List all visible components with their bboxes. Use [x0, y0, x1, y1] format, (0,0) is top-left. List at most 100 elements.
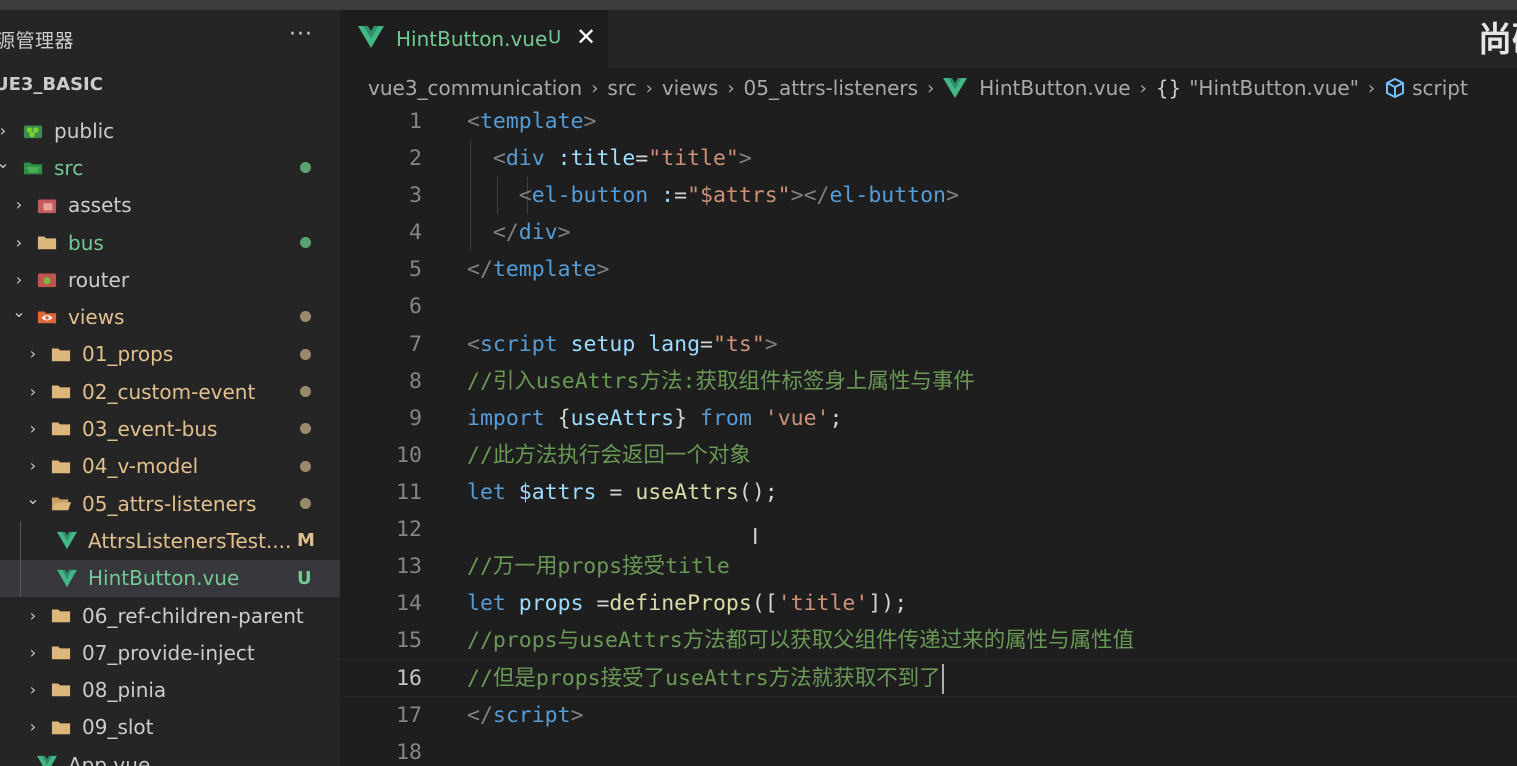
braces-icon: {}	[1155, 76, 1182, 100]
code-line[interactable]: 14 let props =defineProps(['title']);	[340, 585, 1517, 622]
code-text: //引入useAttrs方法:获取组件标签身上属性与事件	[467, 363, 975, 400]
code-text: </template>	[467, 251, 609, 288]
tree-item[interactable]: HintButton.vue U	[0, 559, 340, 597]
chevron-down-icon[interactable]: ⌄	[0, 155, 10, 171]
breadcrumb-item[interactable]: script	[1384, 76, 1468, 100]
tree-item[interactable]: › 07_provide-inject	[0, 634, 340, 671]
code-text: //万一用props接受title	[467, 548, 730, 585]
code-token: //此方法执行会返回一个对象	[467, 442, 751, 468]
explorer-sidebar: 源管理器 ··· UE3_BASIC › public ⌄ src › assets › bu…	[0, 10, 340, 766]
line-number: 9	[409, 405, 422, 431]
line-number: 16	[396, 666, 422, 692]
code-line[interactable]: 8 //引入useAttrs方法:获取组件标签身上属性与事件	[340, 363, 1517, 400]
tree-item-label: 07_provide-inject	[82, 640, 255, 665]
code-line[interactable]: 10 //此方法执行会返回一个对象	[340, 437, 1517, 474]
code-line[interactable]: 7 <script setup lang="ts">	[340, 326, 1517, 363]
tree-item[interactable]: › 06_ref-children-parent	[0, 597, 340, 634]
breadcrumb-item[interactable]: vue3_communication	[368, 76, 582, 100]
code-editor[interactable]: 1 <template> 2 <div :title="title"> 3 <el-b…	[340, 103, 1517, 766]
code-line[interactable]: 1 <template>	[340, 103, 1517, 140]
chevron-right-icon[interactable]: ›	[12, 197, 26, 213]
breadcrumb-item[interactable]: HintButton.vue	[943, 76, 1131, 100]
chevron-right-icon[interactable]: ›	[26, 346, 40, 362]
code-token: //props与useAttrs方法都可以获取父组件传递过来的属性与属性值	[467, 628, 1135, 654]
chevron-right-icon[interactable]: ›	[26, 644, 40, 660]
tree-item[interactable]: › 08_pinia	[0, 671, 340, 708]
breadcrumb-item[interactable]: views	[662, 76, 718, 100]
code-line[interactable]: 4 </div>	[340, 214, 1517, 251]
chevron-right-icon[interactable]: ›	[26, 682, 40, 698]
tree-item-label: bus	[68, 230, 104, 255]
code-token: <	[492, 146, 506, 172]
code-line[interactable]: 12	[340, 511, 1517, 548]
line-number: 15	[396, 628, 422, 654]
tree-item[interactable]: › 02_custom-event	[0, 373, 340, 410]
code-line[interactable]: 3 <el-button :="$attrs"></el-button>	[340, 177, 1517, 214]
chevron-right-icon[interactable]: ›	[26, 607, 40, 623]
breadcrumb-label: 05_attrs-listeners	[743, 76, 919, 100]
tree-item[interactable]: › 03_event-bus	[0, 410, 340, 447]
tree-item[interactable]: › router	[0, 261, 340, 298]
code-line[interactable]: 5 </template>	[340, 251, 1517, 288]
code-token: el-button	[829, 183, 946, 209]
chevron-right-icon[interactable]: ›	[12, 271, 26, 287]
chevron-down-icon[interactable]: ⌄	[26, 490, 40, 506]
code-token: >	[570, 702, 584, 728]
code-line[interactable]: 11 let $attrs = useAttrs();	[340, 474, 1517, 511]
chevron-right-icon[interactable]: ›	[26, 383, 40, 399]
text-cursor	[941, 664, 944, 695]
more-actions-icon[interactable]: ···	[289, 22, 313, 47]
code-line[interactable]: 6	[340, 288, 1517, 325]
code-line[interactable]: 18	[340, 734, 1517, 766]
tree-item[interactable]: ⌄ src	[0, 149, 340, 186]
code-token: {	[544, 405, 571, 431]
tab-hintbutton[interactable]: HintButton.vue U ✕	[340, 10, 608, 68]
tree-item[interactable]: › 09_slot	[0, 709, 340, 746]
chevron-right-icon[interactable]: ›	[26, 458, 40, 474]
tree-item[interactable]: ⌄ views	[0, 298, 340, 335]
tree-item-label: 01_props	[82, 342, 174, 367]
folder-icon	[51, 422, 71, 436]
breadcrumb: vue3_communication › src › views › 05_attrs-li…	[368, 74, 1468, 102]
window-top-strip	[0, 0, 1517, 10]
code-line[interactable]: 16 //但是props接受了useAttrs方法就获取不到了	[340, 659, 1517, 697]
code-token: 'title'	[777, 591, 869, 617]
breadcrumb-separator-icon: ›	[591, 77, 599, 99]
code-token: <	[467, 331, 480, 357]
tree-item[interactable]: › bus	[0, 224, 340, 261]
chevron-right-icon[interactable]: ›	[0, 122, 10, 138]
tab-git-status: U	[548, 27, 562, 48]
chevron-down-icon[interactable]: ⌄	[12, 304, 26, 320]
chevron-right-icon[interactable]: ›	[26, 719, 40, 735]
code-token: $attrs	[518, 479, 597, 505]
tree-item[interactable]: ⌄ 05_attrs-listeners	[0, 485, 340, 522]
code-token: <	[467, 109, 480, 134]
code-line[interactable]: 15 //props与useAttrs方法都可以获取父组件传递过来的属性与属性值	[340, 622, 1517, 659]
code-line[interactable]: 9 import {useAttrs} from 'vue';	[340, 400, 1517, 437]
tree-item[interactable]: App.vue	[0, 746, 340, 766]
code-line[interactable]: 2 <div :title="title">	[340, 140, 1517, 177]
chevron-right-icon[interactable]: ›	[26, 421, 40, 437]
breadcrumb-separator-icon: ›	[927, 77, 935, 99]
folder-icon	[51, 721, 71, 735]
breadcrumb-item[interactable]: src	[607, 76, 636, 100]
tree-item[interactable]: › assets	[0, 187, 340, 224]
tree-item[interactable]: AttrsListenersTest.... M	[0, 522, 340, 559]
explorer-title: 源管理器	[0, 30, 75, 52]
code-token: "ts"	[712, 331, 765, 357]
close-icon[interactable]: ✕	[576, 23, 596, 51]
tree-item[interactable]: › 01_props	[0, 336, 340, 373]
tab-label: HintButton.vue	[396, 27, 548, 51]
public-folder-icon	[23, 125, 43, 139]
tab-bar: HintButton.vue U ✕ 尚硅	[340, 10, 1517, 68]
code-line[interactable]: 17 </script>	[340, 697, 1517, 734]
breadcrumb-item[interactable]: 05_attrs-listeners	[744, 76, 919, 100]
breadcrumb-item[interactable]: {} "HintButton.vue"	[1156, 76, 1359, 100]
code-line[interactable]: 13 //万一用props接受title	[340, 548, 1517, 585]
tree-item[interactable]: › public	[0, 112, 340, 149]
tree-item[interactable]: › 04_v-model	[0, 448, 340, 485]
chevron-right-icon[interactable]: ›	[12, 234, 26, 250]
code-token: defineProps	[609, 591, 752, 617]
project-root[interactable]: UE3_BASIC	[0, 74, 103, 95]
